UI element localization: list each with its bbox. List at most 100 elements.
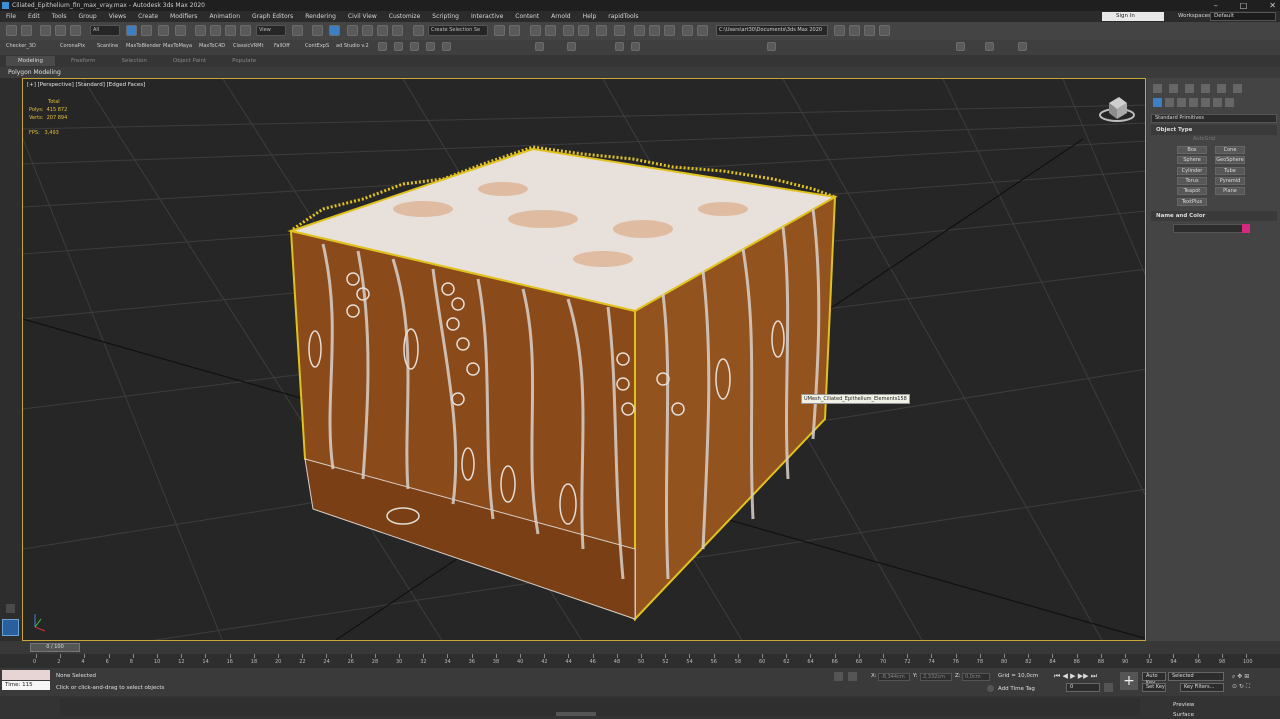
spacewarps-icon[interactable] <box>1213 98 1222 107</box>
tab-populate[interactable]: Populate <box>222 58 266 64</box>
pyramid-button[interactable]: Pyramid <box>1215 177 1245 185</box>
menu-views[interactable]: Views <box>103 13 132 20</box>
y-coordinate-field[interactable]: 2,332cm <box>920 673 952 681</box>
key-filters-button[interactable]: Key Filters... <box>1180 683 1224 692</box>
tab-selection[interactable]: Selection <box>112 58 157 64</box>
sign-in-button[interactable]: Sign In <box>1102 12 1164 21</box>
script-classicvrmt[interactable]: ClassicVRMt <box>233 43 263 49</box>
link-icon[interactable] <box>40 25 51 36</box>
redo-icon[interactable] <box>21 25 32 36</box>
mirror-icon[interactable] <box>494 25 505 36</box>
unlink-icon[interactable] <box>55 25 66 36</box>
cylinder-button[interactable]: Cylinder <box>1177 167 1207 175</box>
open-file-icon[interactable] <box>849 25 860 36</box>
menu-animation[interactable]: Animation <box>203 13 246 20</box>
select-object-icon[interactable] <box>126 25 137 36</box>
time-config-icon[interactable] <box>1104 683 1113 692</box>
globe-icon[interactable] <box>767 42 776 51</box>
tube-button[interactable]: Tube <box>1215 167 1245 175</box>
textplus-button[interactable]: TextPlus <box>1177 198 1207 206</box>
material-editor-icon[interactable] <box>614 25 625 36</box>
schematic-view-icon[interactable] <box>596 25 607 36</box>
view-cube[interactable] <box>1099 97 1135 122</box>
menu-arnold[interactable]: Arnold <box>545 13 576 20</box>
menu-graph-editors[interactable]: Graph Editors <box>246 13 299 20</box>
script-adstudio[interactable]: ad Studio v.2 <box>336 43 369 49</box>
grid-icon[interactable] <box>426 42 435 51</box>
current-frame-field[interactable]: 0 <box>1066 683 1100 692</box>
workspace-dropdown[interactable]: Default <box>1210 12 1276 21</box>
modify-tab-icon[interactable] <box>1169 84 1178 93</box>
snaps-toggle-icon[interactable] <box>347 25 358 36</box>
name-color-rollout[interactable]: Name and Color <box>1151 211 1277 221</box>
menu-rendering[interactable]: Rendering <box>299 13 342 20</box>
camera-icon[interactable] <box>410 42 419 51</box>
maxscript-mini-listener[interactable]: Time: 115 <box>2 681 50 690</box>
isolate-icon[interactable] <box>848 672 857 681</box>
light-icon[interactable] <box>378 42 387 51</box>
time-slider[interactable]: 0 / 100 <box>30 643 80 652</box>
placement-icon[interactable] <box>240 25 251 36</box>
menu-scripting[interactable]: Scripting <box>426 13 465 20</box>
layer-explorer-icon[interactable] <box>545 25 556 36</box>
align-icon[interactable] <box>509 25 520 36</box>
render-production-icon[interactable] <box>664 25 675 36</box>
object-color-swatch[interactable] <box>1242 224 1250 233</box>
undo-icon[interactable] <box>6 25 17 36</box>
script-checker3d[interactable]: Checker_3D <box>6 43 36 49</box>
box-button[interactable]: Box <box>1177 146 1207 154</box>
menu-file[interactable]: File <box>0 13 22 20</box>
script-coronapix[interactable]: CoronaPix <box>60 43 85 49</box>
script-maxtomaya[interactable]: MaxToMaya <box>163 43 192 49</box>
shapes-icon[interactable] <box>1165 98 1174 107</box>
tab-freeform[interactable]: Freeform <box>61 58 106 64</box>
script-scanline[interactable]: Scanline <box>97 43 118 49</box>
rendered-frame-icon[interactable] <box>649 25 660 36</box>
lock-selection-icon[interactable] <box>834 672 843 681</box>
maximize-icon[interactable]: □ <box>1240 0 1248 11</box>
auto-key-button[interactable]: Auto Key <box>1142 672 1166 686</box>
menu-civil-view[interactable]: Civil View <box>342 13 383 20</box>
display-tab-icon[interactable] <box>1217 84 1226 93</box>
systems-icon[interactable] <box>1225 98 1234 107</box>
sphere-icon[interactable] <box>535 42 544 51</box>
move-icon[interactable] <box>195 25 206 36</box>
menu-interactive[interactable]: Interactive <box>465 13 509 20</box>
target-icon[interactable] <box>985 42 994 51</box>
named-selection-dropdown[interactable]: Create Selection Se <box>428 25 488 36</box>
select-by-name-icon[interactable] <box>141 25 152 36</box>
object-name-field[interactable] <box>1173 224 1245 233</box>
render-setup-icon[interactable] <box>634 25 645 36</box>
pivot-icon[interactable] <box>292 25 303 36</box>
percent-snap-icon[interactable] <box>377 25 388 36</box>
cone-button[interactable]: Cone <box>1215 146 1245 154</box>
menu-modifiers[interactable]: Modifiers <box>164 13 203 20</box>
epithelium-model[interactable] <box>287 145 838 622</box>
window-icon[interactable] <box>956 42 965 51</box>
sphere-button[interactable]: Sphere <box>1177 156 1207 164</box>
plane-button[interactable]: Plane <box>1215 187 1245 195</box>
export-icon[interactable] <box>879 25 890 36</box>
x-coordinate-field[interactable]: -8,344cm <box>878 673 910 681</box>
add-time-tag-button[interactable]: Add Time Tag <box>998 686 1035 692</box>
time-tag-icon[interactable] <box>987 685 994 692</box>
track-bar[interactable]: 0 2 4 6 8 10 12 14 16 18 20 22 24 26 28 30 32 34 36 38 40 42 4… <box>0 654 1280 668</box>
script-contexps[interactable]: ContExpS <box>305 43 329 49</box>
project-path-dropdown[interactable]: C:\Users\art30\Documents\3ds Max 2020 <box>716 25 828 36</box>
minimize-icon[interactable]: – <box>1214 0 1218 11</box>
script-falloff[interactable]: FallOff <box>274 43 290 49</box>
helpers-icon[interactable] <box>1201 98 1210 107</box>
torus-button[interactable]: Torus <box>1177 177 1207 185</box>
viewport-nav-icons[interactable]: ⌕ ✥ ⊞ ⊙ ↻ ⛶ <box>1232 672 1278 692</box>
menu-content[interactable]: Content <box>509 13 545 20</box>
a360-render-icon[interactable] <box>697 25 708 36</box>
geosphere-button[interactable]: GeoSphere <box>1215 156 1245 164</box>
window-crossing-icon[interactable] <box>175 25 186 36</box>
z-coordinate-field[interactable]: 0,0cm <box>962 673 990 681</box>
rect-selection-icon[interactable] <box>158 25 169 36</box>
create-tab-icon[interactable] <box>1153 84 1162 93</box>
auto-key-mode-dropdown[interactable]: Selected <box>1168 672 1224 681</box>
keyboard-shortcut-icon[interactable] <box>329 25 340 36</box>
playback-controls[interactable]: ⏮ ◀ ▶ ▶▶ ⏭ <box>1054 672 1114 681</box>
utilities-tab-icon[interactable] <box>1233 84 1242 93</box>
